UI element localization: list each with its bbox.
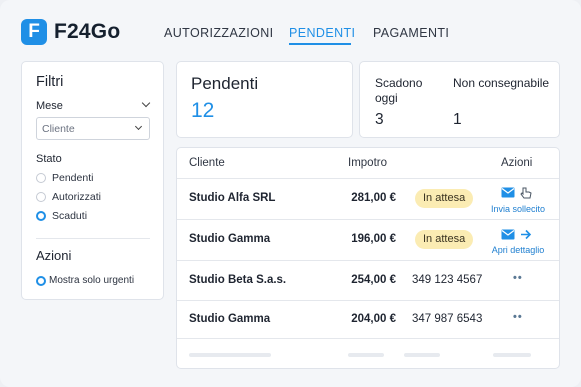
summary-stat-card: Scadono oggi 3 Non consegnabile 1: [359, 61, 560, 138]
divider: [177, 300, 559, 301]
more-icon[interactable]: • •: [513, 272, 522, 284]
col-header-amount: Impotro: [348, 157, 387, 169]
radio-urgent-only[interactable]: [36, 276, 46, 286]
mail-icon[interactable]: [501, 229, 515, 240]
row-client: Studio Beta S.a.s.: [189, 274, 287, 286]
skeleton-bar: [404, 353, 440, 357]
tab-autorizzazioni[interactable]: AUTORIZZAZIONI: [164, 25, 274, 41]
filters-panel: Filtri Mese Cliente Stato Pendenti Autor…: [21, 61, 164, 300]
radio-label-autorizzati: Autorizzati: [52, 191, 102, 203]
due-today-value: 3: [375, 111, 384, 128]
row-phone: 349 123 4567: [412, 274, 483, 286]
skeleton-bar: [348, 353, 384, 357]
due-today-label: Scadono oggi: [375, 76, 423, 105]
divider: [177, 219, 559, 220]
row-amount: 196,00 €: [351, 233, 396, 245]
col-header-client: Cliente: [189, 157, 225, 169]
app-window: F F24Go AUTORIZZAZIONI PENDENTI PAGAMENT…: [0, 0, 581, 387]
client-select-value: Cliente: [42, 123, 75, 135]
divider: [177, 338, 559, 339]
month-chevron-down-icon[interactable]: [141, 98, 151, 108]
skeleton-bar: [493, 353, 531, 357]
radio-label-scaduti: Scaduti: [52, 210, 88, 222]
row-amount: 254,00 €: [351, 274, 396, 286]
status-label: Stato: [36, 153, 62, 165]
send-reminder-link[interactable]: Invia sollecito: [487, 204, 549, 214]
month-label: Mese: [36, 100, 63, 112]
app-name: F24Go: [54, 20, 121, 43]
tab-pagamenti[interactable]: PAGAMENTI: [373, 25, 449, 41]
pending-stat-value: 12: [191, 99, 215, 122]
pending-stat-title: Pendenti: [191, 74, 259, 93]
radio-pendenti[interactable]: [36, 173, 46, 183]
hand-cursor-icon[interactable]: [520, 187, 532, 199]
radio-autorizzati[interactable]: [36, 192, 46, 202]
mail-icon[interactable]: [501, 187, 515, 198]
client-select[interactable]: Cliente: [36, 117, 150, 140]
radio-label-urgent-only: Mostra solo urgenti: [49, 275, 135, 286]
row-phone: 347 987 6543: [412, 313, 483, 325]
top-bar: F F24Go AUTORIZZAZIONI PENDENTI PAGAMENT…: [0, 0, 581, 62]
row-client: Studio Alfa SRL: [189, 192, 276, 204]
pending-stat-card: Pendenti 12: [176, 61, 353, 138]
radio-label-pendenti: Pendenti: [52, 172, 94, 184]
row-amount: 281,00 €: [351, 192, 396, 204]
filters-title: Filtri: [36, 74, 64, 90]
actions-title: Azioni: [36, 248, 72, 263]
more-icon[interactable]: • •: [513, 311, 522, 323]
radio-scaduti[interactable]: [36, 211, 46, 221]
status-badge: In attesa: [415, 189, 474, 208]
arrow-right-icon[interactable]: [520, 229, 532, 240]
row-amount: 204,00 €: [351, 313, 396, 325]
pending-table: Cliente Impotro Azioni Studio Alfa SRL 2…: [176, 147, 560, 369]
divider: [36, 238, 150, 239]
tab-pendenti[interactable]: PENDENTI: [289, 25, 355, 41]
undeliverable-label: Non consegnabile: [453, 76, 550, 90]
skeleton-bar: [189, 353, 271, 357]
open-detail-link[interactable]: Apri dettaglio: [487, 245, 549, 255]
col-header-actions: Azioni: [501, 157, 533, 169]
row-client: Studio Gamma: [189, 233, 271, 245]
active-tab-indicator: [289, 43, 351, 45]
divider: [177, 260, 559, 261]
chevron-down-icon: [134, 122, 143, 131]
divider: [177, 178, 559, 179]
status-badge: In attesa: [415, 230, 474, 249]
row-client: Studio Gamma: [189, 313, 271, 325]
undeliverable-value: 1: [453, 111, 462, 128]
logo-icon: F: [21, 19, 47, 45]
